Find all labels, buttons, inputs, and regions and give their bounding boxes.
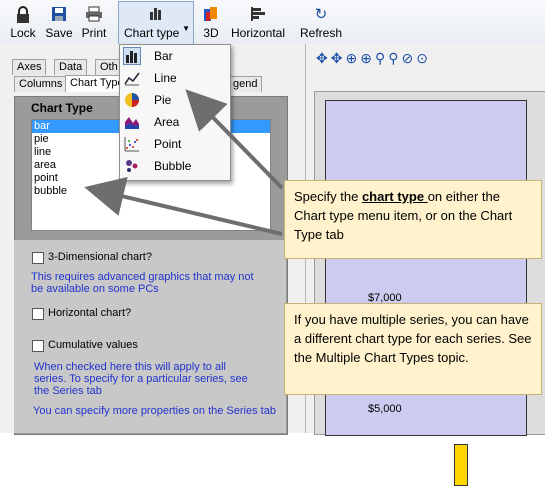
bubble-chart-icon bbox=[124, 158, 140, 174]
bar-chart-icon bbox=[123, 47, 141, 65]
three-d-checkbox-label: 3-Dimensional chart? bbox=[48, 251, 152, 263]
horizontal-button[interactable]: Horizontal bbox=[227, 2, 289, 42]
menu-item-label: Bar bbox=[154, 49, 173, 63]
list-item[interactable]: bubble bbox=[32, 185, 270, 198]
menu-item-area[interactable]: Area bbox=[120, 111, 230, 133]
scatter-chart-icon bbox=[124, 136, 140, 152]
move-horizontal-icon[interactable]: ✥ bbox=[331, 50, 346, 66]
pin-alt-icon[interactable]: ⚲ bbox=[388, 50, 401, 66]
horizontal-label: Horizontal bbox=[230, 26, 286, 40]
horizontal-checkbox[interactable] bbox=[32, 308, 44, 320]
refresh-icon: ↻ bbox=[314, 6, 328, 23]
nav-toolbar: ✥✥⊕⊕⚲⚲⊘⊙ bbox=[316, 50, 431, 67]
callout-text-start: Specify the bbox=[294, 189, 362, 204]
pie-chart-icon bbox=[124, 92, 140, 108]
tab-axes[interactable]: Axes bbox=[12, 59, 47, 75]
refresh-label: Refresh bbox=[299, 26, 343, 40]
callout-text: If you have multiple series, you can hav… bbox=[294, 312, 532, 365]
three-d-button[interactable]: 3D bbox=[200, 2, 222, 42]
chevron-down-icon: ▼ bbox=[182, 24, 190, 33]
more-properties-note: You can specify more properties on the S… bbox=[33, 405, 276, 417]
lock-button[interactable]: Lock bbox=[6, 2, 40, 42]
menu-item-label: Point bbox=[154, 137, 182, 151]
tab-legend[interactable]: gend bbox=[228, 76, 263, 92]
options-area: 3-Dimensional chart? This requires advan… bbox=[14, 240, 286, 433]
menu-item-point[interactable]: Point bbox=[120, 133, 230, 155]
lock-icon bbox=[6, 6, 40, 26]
horizontal-checkbox-label: Horizontal chart? bbox=[48, 307, 132, 319]
rotate-icon[interactable]: ⊕ bbox=[345, 50, 360, 66]
menu-item-line[interactable]: Line bbox=[120, 67, 230, 89]
print-button[interactable]: Print bbox=[78, 2, 110, 42]
tab-columns[interactable]: Columns bbox=[14, 76, 68, 92]
save-icon bbox=[43, 6, 75, 26]
refresh-button[interactable]: ↻ Refresh bbox=[298, 2, 344, 42]
horizontal-bar-icon bbox=[227, 6, 289, 26]
tab-data[interactable]: Data bbox=[54, 59, 88, 75]
line-chart-icon bbox=[124, 70, 140, 86]
y-tick-label: $5,000 bbox=[368, 403, 402, 415]
menu-item-pie[interactable]: Pie bbox=[120, 89, 230, 111]
print-label: Print bbox=[81, 26, 107, 40]
menu-item-label: Area bbox=[154, 115, 180, 129]
pin-icon[interactable]: ⚲ bbox=[375, 50, 388, 66]
menu-item-label: Pie bbox=[154, 93, 172, 107]
cumulative-checkbox-label: Cumulative values bbox=[48, 339, 138, 351]
lock-label: Lock bbox=[10, 26, 36, 40]
multiple-series-callout: If you have multiple series, you can hav… bbox=[284, 303, 542, 395]
tilt-icon[interactable]: ⊘ bbox=[401, 50, 416, 66]
zoom-icon[interactable]: ⊕ bbox=[360, 50, 375, 66]
cumulative-checkbox[interactable] bbox=[32, 340, 44, 352]
three-d-checkbox[interactable] bbox=[32, 252, 44, 264]
print-icon bbox=[78, 6, 110, 26]
menu-item-bar[interactable]: Bar bbox=[120, 45, 230, 67]
callout-text-emphasis: chart type bbox=[361, 189, 428, 204]
chart-type-menu: Bar Line Pie Area Point Bubble bbox=[119, 44, 231, 181]
bar-chart-icon bbox=[119, 6, 193, 26]
save-button[interactable]: Save bbox=[43, 2, 75, 42]
cumulative-note: When checked here this will apply to all… bbox=[34, 361, 248, 397]
move-icon[interactable]: ✥ bbox=[316, 50, 331, 66]
three-d-note: This requires advanced graphics that may… bbox=[31, 271, 254, 295]
toolbar: Lock Save Print Chart type ▼ 3D Horizont… bbox=[0, 0, 545, 45]
chart-bar bbox=[454, 444, 468, 486]
area-chart-icon bbox=[124, 114, 140, 130]
three-d-icon bbox=[200, 6, 222, 26]
menu-item-bubble[interactable]: Bubble bbox=[120, 155, 230, 177]
chart-type-callout: Specify the chart type on either the Cha… bbox=[284, 180, 542, 259]
save-label: Save bbox=[45, 26, 73, 40]
eye-icon[interactable]: ⊙ bbox=[416, 50, 431, 66]
three-d-label: 3D bbox=[203, 26, 219, 40]
menu-item-label: Line bbox=[154, 71, 177, 85]
chart-type-button[interactable]: Chart type ▼ bbox=[118, 1, 194, 45]
chart-type-group-title: Chart Type bbox=[31, 101, 93, 115]
menu-item-label: Bubble bbox=[154, 159, 192, 173]
